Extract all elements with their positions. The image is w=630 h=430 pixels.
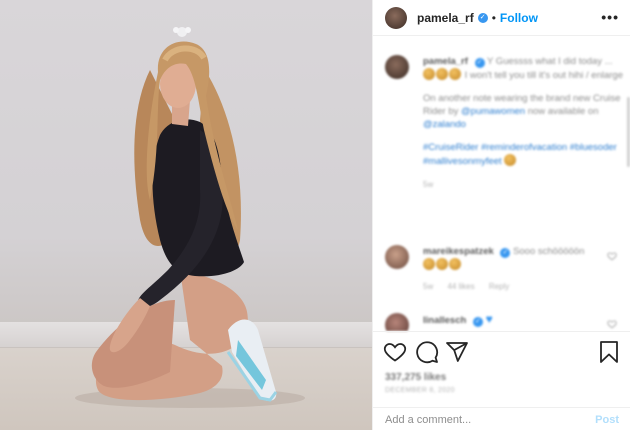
author-username[interactable]: pamela_rf: [417, 11, 474, 25]
blue-heart-icon: ♥: [485, 312, 493, 326]
caption-avatar[interactable]: [385, 55, 409, 79]
post-date: DECEMBER 8, 2020: [385, 387, 455, 394]
comment-icon[interactable]: [415, 340, 439, 364]
comment-text: Sooo schööööön: [513, 246, 585, 257]
add-comment-input[interactable]: [385, 413, 596, 426]
verified-badge-icon: ✓: [477, 12, 488, 23]
comment-reply-button[interactable]: Reply: [489, 282, 509, 291]
commenter-username[interactable]: mareikespatzek: [423, 246, 494, 257]
comment-body: linallesch ✓ ♥: [423, 313, 593, 327]
caption-line-4: now available on: [527, 106, 599, 117]
heart-icon[interactable]: [383, 340, 407, 364]
commenter-avatar[interactable]: [385, 313, 409, 331]
comment-time: 5w: [423, 282, 434, 291]
follow-button[interactable]: Follow: [500, 11, 538, 25]
caption-mention-pumawomen[interactable]: @pumawomen: [461, 106, 525, 117]
caption-time: 5w: [423, 180, 434, 189]
comment-likes[interactable]: 44 likes: [447, 282, 474, 291]
post-photo[interactable]: [0, 0, 372, 430]
emoji-icon: [436, 68, 448, 80]
caption-text: pamela_rf ✓ Y Guessss what I did today .…: [423, 55, 623, 191]
emoji-icon: [423, 68, 435, 80]
comment-like-heart-icon[interactable]: [607, 319, 617, 329]
emoji-icon: [423, 258, 435, 270]
verified-badge-icon: ✓: [500, 248, 511, 258]
share-icon[interactable]: [445, 340, 469, 364]
author-avatar[interactable]: [385, 6, 407, 29]
photo-subject: [75, 27, 305, 408]
post-actions: 337,275 likes DECEMBER 8, 2020 Post: [373, 331, 630, 430]
comment-like-heart-icon[interactable]: [607, 251, 617, 261]
bookmark-icon[interactable]: [597, 340, 621, 364]
emoji-icon: [449, 258, 461, 270]
caption-line-2: I won't tell you till it's out hihi / en…: [464, 70, 623, 81]
post-side-panel: pamela_rf ✓ • Follow ••• pamela_rf ✓ Y G…: [372, 0, 630, 430]
verified-badge-icon: ✓: [472, 317, 483, 327]
verified-badge-icon: ✓: [474, 58, 485, 68]
commenter-avatar[interactable]: [385, 245, 409, 269]
emoji-icon: [449, 68, 461, 80]
caption-mention-zalando[interactable]: @zalando: [423, 119, 466, 130]
comment-meta: 5w 44 likes Reply: [423, 280, 593, 293]
commenter-username[interactable]: linallesch: [423, 315, 466, 326]
caption-line-1: Y Guessss what I did today ...: [487, 56, 613, 67]
header-separator: •: [491, 10, 496, 25]
comment-body: mareikespatzek ✓ Sooo schööööön 5w 44 li…: [423, 245, 593, 293]
add-comment-bar: Post: [373, 407, 630, 430]
emoji-icon: [436, 258, 448, 270]
post-header: pamela_rf ✓ • Follow •••: [373, 0, 630, 36]
more-icon[interactable]: •••: [601, 9, 619, 25]
emoji-icon: [504, 154, 517, 166]
caption-hashtags[interactable]: #CruiseRider #reminderofvacation #blueso…: [423, 142, 617, 167]
comments-section[interactable]: pamela_rf ✓ Y Guessss what I did today .…: [373, 37, 630, 331]
caption-username[interactable]: pamela_rf: [423, 56, 468, 67]
post-comment-button[interactable]: Post: [595, 414, 619, 426]
likes-count[interactable]: 337,275 likes: [385, 372, 446, 383]
